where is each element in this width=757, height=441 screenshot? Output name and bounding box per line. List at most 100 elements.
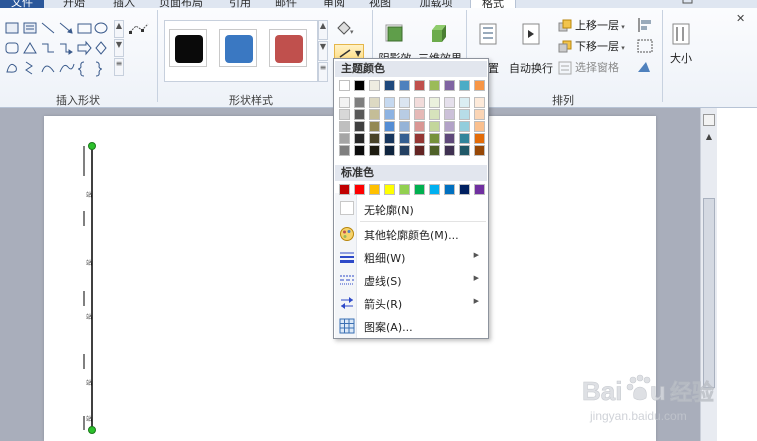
tab-mailings[interactable]: 邮件 [266, 0, 306, 8]
size-button[interactable]: 大小 [666, 22, 696, 66]
theme-color-shade-swatch[interactable] [444, 97, 455, 108]
style-swatch-blue[interactable] [219, 29, 257, 67]
styles-scroll-up-button[interactable]: ▲ [318, 20, 328, 40]
theme-color-shade-swatch[interactable] [384, 109, 395, 120]
theme-color-swatch[interactable] [414, 80, 425, 91]
theme-color-shade-swatch[interactable] [414, 97, 425, 108]
theme-color-shade-swatch[interactable] [474, 97, 485, 108]
theme-color-shade-swatch[interactable] [459, 133, 470, 144]
theme-color-shade-swatch[interactable] [459, 109, 470, 120]
theme-color-shade-swatch[interactable] [474, 133, 485, 144]
standard-color-swatch[interactable] [414, 184, 425, 195]
standard-color-swatch[interactable] [429, 184, 440, 195]
theme-color-shade-swatch[interactable] [414, 121, 425, 132]
theme-color-shade-swatch[interactable] [444, 109, 455, 120]
theme-color-shade-swatch[interactable] [459, 121, 470, 132]
theme-color-shade-swatch[interactable] [429, 145, 440, 156]
theme-color-shade-swatch[interactable] [354, 133, 365, 144]
rotate-icon[interactable] [636, 59, 658, 75]
standard-color-swatch[interactable] [399, 184, 410, 195]
theme-color-swatch[interactable] [399, 80, 410, 91]
edit-shape-icon[interactable] [128, 20, 150, 40]
theme-color-shade-swatch[interactable] [459, 145, 470, 156]
theme-color-shade-swatch[interactable] [474, 121, 485, 132]
shapes-gallery[interactable]: ▲ ▼ ≡ [4, 20, 124, 80]
standard-color-swatch[interactable] [444, 184, 455, 195]
tab-references[interactable]: 引用 [220, 0, 260, 8]
send-backward-button[interactable]: 下移一层 ▾ [558, 38, 625, 56]
standard-color-swatch[interactable] [339, 184, 350, 195]
theme-color-shade-swatch[interactable] [399, 109, 410, 120]
theme-color-shade-swatch[interactable] [339, 133, 350, 144]
theme-color-swatch[interactable] [474, 80, 485, 91]
standard-color-swatch[interactable] [354, 184, 365, 195]
standard-color-swatch[interactable] [459, 184, 470, 195]
selection-pane-button[interactable]: 选择窗格 [558, 59, 619, 77]
tab-view[interactable]: 视图 [360, 0, 400, 8]
bring-forward-button[interactable]: 上移一层 ▾ [558, 17, 625, 35]
theme-color-shade-swatch[interactable] [444, 133, 455, 144]
scroll-up-arrow-icon[interactable]: ▲ [703, 132, 715, 144]
tab-file[interactable]: 文件 [0, 0, 44, 8]
tab-addins[interactable]: 加载项 [410, 0, 462, 8]
standard-color-swatch[interactable] [369, 184, 380, 195]
theme-color-shade-swatch[interactable] [369, 145, 380, 156]
theme-color-swatch[interactable] [459, 80, 470, 91]
tab-review[interactable]: 审阅 [314, 0, 354, 8]
theme-color-shade-swatch[interactable] [474, 109, 485, 120]
ruler-toggle-icon[interactable] [703, 114, 715, 126]
theme-color-swatch[interactable] [339, 80, 350, 91]
theme-color-shade-swatch[interactable] [369, 97, 380, 108]
theme-color-shade-swatch[interactable] [444, 145, 455, 156]
theme-color-shade-swatch[interactable] [399, 145, 410, 156]
standard-color-swatch[interactable] [384, 184, 395, 195]
more-outline-colors-item[interactable]: 其他轮廓颜色(M)... [335, 223, 487, 245]
theme-color-swatch[interactable] [354, 80, 365, 91]
theme-color-shade-swatch[interactable] [384, 145, 395, 156]
theme-color-shade-swatch[interactable] [399, 133, 410, 144]
style-swatch-black[interactable] [169, 29, 207, 67]
scrollbar-thumb[interactable] [703, 198, 715, 388]
theme-color-shade-swatch[interactable] [384, 121, 395, 132]
no-outline-item[interactable]: 无轮廓(N) [335, 198, 487, 220]
theme-color-shade-swatch[interactable] [354, 97, 365, 108]
theme-color-shade-swatch[interactable] [459, 97, 470, 108]
theme-color-swatch[interactable] [444, 80, 455, 91]
theme-color-shade-swatch[interactable] [429, 133, 440, 144]
theme-color-shade-swatch[interactable] [399, 121, 410, 132]
pattern-item[interactable]: 图案(A)... [335, 315, 487, 337]
arrows-item[interactable]: 箭头(R) ▶ [335, 292, 487, 314]
tab-home[interactable]: 开始 [54, 0, 94, 8]
theme-color-shade-swatch[interactable] [429, 97, 440, 108]
theme-color-shade-swatch[interactable] [414, 109, 425, 120]
theme-color-shade-swatch[interactable] [414, 133, 425, 144]
theme-color-shade-swatch[interactable] [369, 109, 380, 120]
tab-insert[interactable]: 插入 [104, 0, 144, 8]
style-swatch-red[interactable] [269, 29, 307, 67]
gallery-scroll-down-button[interactable]: ▼ [114, 39, 124, 57]
wrap-text-button[interactable]: 自动换行 [508, 22, 554, 76]
theme-color-shade-swatch[interactable] [339, 145, 350, 156]
theme-color-shade-swatch[interactable] [429, 109, 440, 120]
theme-color-shade-swatch[interactable] [354, 121, 365, 132]
shape-fill-icon[interactable]: ▾ [334, 20, 354, 38]
theme-color-shade-swatch[interactable] [429, 121, 440, 132]
window-close-icon[interactable]: ✕ [730, 10, 752, 28]
group-objects-icon[interactable] [636, 38, 658, 54]
tab-page-layout[interactable]: 页面布局 [150, 0, 212, 8]
theme-color-shade-swatch[interactable] [369, 133, 380, 144]
align-icon[interactable] [636, 17, 658, 33]
theme-color-shade-swatch[interactable] [414, 145, 425, 156]
help-icon[interactable] [680, 0, 696, 8]
dashes-item[interactable]: 虚线(S) ▶ [335, 269, 487, 291]
gallery-more-button[interactable]: ≡ [114, 58, 124, 76]
theme-color-shade-swatch[interactable] [474, 145, 485, 156]
theme-color-shade-swatch[interactable] [339, 121, 350, 132]
gallery-scroll-up-button[interactable]: ▲ [114, 20, 124, 38]
theme-color-shade-swatch[interactable] [339, 109, 350, 120]
weight-item[interactable]: 粗细(W) ▶ [335, 246, 487, 268]
theme-color-shade-swatch[interactable] [369, 121, 380, 132]
theme-color-shade-swatch[interactable] [384, 133, 395, 144]
theme-color-shade-swatch[interactable] [339, 97, 350, 108]
theme-color-shade-swatch[interactable] [444, 121, 455, 132]
